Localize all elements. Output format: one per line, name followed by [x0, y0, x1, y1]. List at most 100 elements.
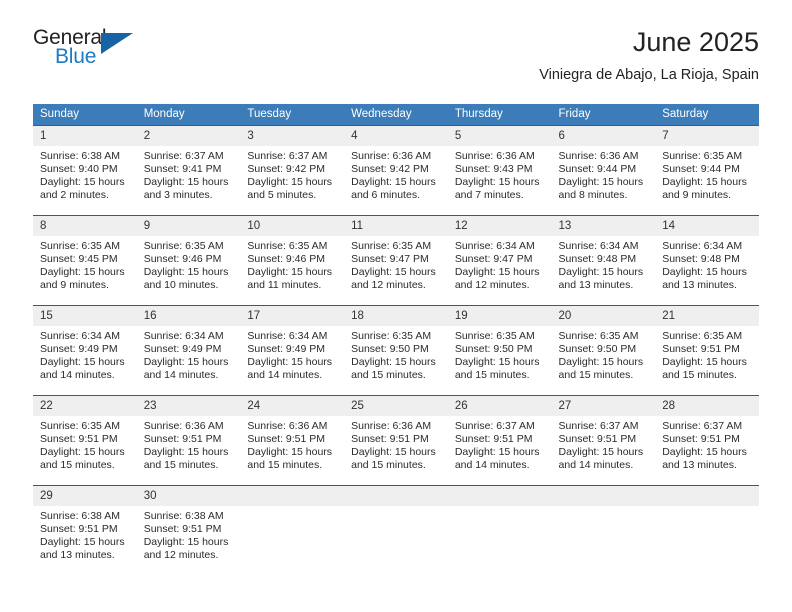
day-number: 15: [33, 305, 137, 326]
calendar-day-cell[interactable]: 1 Sunrise: 6:38 AM Sunset: 9:40 PM Daylight…: [33, 124, 137, 215]
day-cell-inner: 25 Sunrise: 6:36 AM Sunset: 9:51 PM Dayligh…: [344, 395, 448, 485]
daylight-text-line1: Daylight: 15 hours: [40, 175, 125, 188]
day-info: Sunrise: 6:38 AM Sunset: 9:51 PM Daylight:…: [33, 506, 137, 563]
calendar-day-cell[interactable]: 3 Sunrise: 6:37 AM Sunset: 9:42 PM Daylight…: [240, 124, 345, 215]
calendar-day-cell[interactable]: 11 Sunrise: 6:35 AM Sunset: 9:47 PM Dayligh…: [344, 214, 448, 305]
day-number: 6: [551, 125, 656, 146]
calendar-day-cell[interactable]: 25 Sunrise: 6:36 AM Sunset: 9:51 PM Dayligh…: [344, 394, 448, 485]
day-number: 25: [344, 395, 448, 416]
day-number: 5: [447, 125, 552, 146]
day-info: Sunrise: 6:37 AM Sunset: 9:42 PM Daylight:…: [240, 146, 344, 203]
day-info: Sunrise: 6:36 AM Sunset: 9:51 PM Daylight:…: [240, 416, 344, 473]
calendar-day-cell[interactable]: 8 Sunrise: 6:35 AM Sunset: 9:45 PM Daylight…: [33, 214, 137, 305]
day-cell-inner: 8 Sunrise: 6:35 AM Sunset: 9:45 PM Daylight…: [33, 215, 137, 305]
calendar-week-row: 1 Sunrise: 6:38 AM Sunset: 9:40 PM Daylight…: [33, 124, 759, 215]
general-blue-logo[interactable]: General Blue: [33, 26, 138, 74]
calendar-week-row: 29 Sunrise: 6:38 AM Sunset: 9:51 PM Dayligh…: [33, 484, 759, 575]
sunset-text: Sunset: 9:50 PM: [351, 342, 429, 355]
day-number: 8: [33, 215, 137, 236]
calendar-day-cell[interactable]: 24 Sunrise: 6:36 AM Sunset: 9:51 PM Dayligh…: [240, 394, 345, 485]
daylight-text-line1: Daylight: 15 hours: [662, 265, 747, 278]
sunrise-text: Sunrise: 6:37 AM: [454, 419, 535, 432]
daylight-text-line1: Daylight: 15 hours: [247, 175, 333, 188]
day-number: 7: [655, 125, 759, 146]
calendar-day-cell[interactable]: 7 Sunrise: 6:35 AM Sunset: 9:44 PM Daylight…: [655, 124, 759, 215]
sunset-text: Sunset: 9:50 PM: [558, 342, 637, 355]
calendar-day-cell[interactable]: 21 Sunrise: 6:35 AM Sunset: 9:51 PM Dayligh…: [655, 304, 759, 395]
day-info: Sunrise: 6:36 AM Sunset: 9:42 PM Daylight:…: [344, 146, 448, 203]
day-number: 13: [551, 215, 656, 236]
day-info: Sunrise: 6:36 AM Sunset: 9:51 PM Daylight:…: [137, 416, 241, 473]
calendar-day-cell[interactable]: 26 Sunrise: 6:37 AM Sunset: 9:51 PM Dayligh…: [447, 394, 552, 485]
calendar-day-cell[interactable]: 29 Sunrise: 6:38 AM Sunset: 9:51 PM Dayligh…: [33, 484, 137, 575]
daylight-text-line1: Daylight: 15 hours: [662, 175, 747, 188]
calendar-day-cell[interactable]: 9 Sunrise: 6:35 AM Sunset: 9:46 PM Daylight…: [136, 214, 241, 305]
day-number: 14: [655, 215, 759, 236]
day-number: [655, 485, 759, 506]
calendar-day-cell[interactable]: 16 Sunrise: 6:34 AM Sunset: 9:49 PM Dayligh…: [136, 304, 241, 395]
calendar-day-cell[interactable]: 23 Sunrise: 6:36 AM Sunset: 9:51 PM Dayligh…: [136, 394, 241, 485]
daylight-text-line1: Daylight: 15 hours: [247, 265, 333, 278]
day-cell-inner: 7 Sunrise: 6:35 AM Sunset: 9:44 PM Daylight…: [655, 125, 759, 215]
day-number: 20: [551, 305, 656, 326]
calendar-day-cell[interactable]: 22 Sunrise: 6:35 AM Sunset: 9:51 PM Dayligh…: [33, 394, 137, 485]
sunset-text: Sunset: 9:44 PM: [558, 162, 637, 175]
daylight-text-line1: Daylight: 15 hours: [40, 265, 125, 278]
calendar-week-row: 8 Sunrise: 6:35 AM Sunset: 9:45 PM Daylight…: [33, 214, 759, 305]
day-info: Sunrise: 6:34 AM Sunset: 9:48 PM Daylight:…: [552, 236, 656, 293]
day-cell-inner: [551, 485, 656, 575]
logo-text-blue: Blue: [55, 45, 97, 68]
calendar-day-cell[interactable]: 15 Sunrise: 6:34 AM Sunset: 9:49 PM Dayligh…: [33, 304, 137, 395]
sunset-text: Sunset: 9:51 PM: [143, 432, 222, 445]
daylight-text-line1: Daylight: 15 hours: [247, 445, 333, 458]
calendar-body: 1 Sunrise: 6:38 AM Sunset: 9:40 PM Daylight…: [33, 124, 759, 575]
sunrise-text: Sunrise: 6:36 AM: [351, 149, 432, 162]
sunrise-text: Sunrise: 6:35 AM: [454, 329, 535, 342]
sunset-text: Sunset: 9:42 PM: [247, 162, 326, 175]
day-info: Sunrise: 6:35 AM Sunset: 9:44 PM Daylight:…: [655, 146, 759, 203]
day-number: 12: [447, 215, 552, 236]
sunrise-text: Sunrise: 6:36 AM: [247, 419, 328, 432]
daylight-text-line1: Daylight: 15 hours: [558, 175, 644, 188]
calendar-day-cell[interactable]: 18 Sunrise: 6:35 AM Sunset: 9:50 PM Dayligh…: [344, 304, 448, 395]
calendar-day-cell[interactable]: 13 Sunrise: 6:34 AM Sunset: 9:48 PM Dayligh…: [551, 214, 656, 305]
sunrise-text: Sunrise: 6:34 AM: [143, 329, 224, 342]
calendar-day-cell[interactable]: 28 Sunrise: 6:37 AM Sunset: 9:51 PM Dayligh…: [655, 394, 759, 485]
calendar-day-cell[interactable]: 4 Sunrise: 6:36 AM Sunset: 9:42 PM Daylight…: [344, 124, 448, 215]
daylight-text-line2: and 15 minutes.: [40, 459, 115, 472]
calendar-day-cell[interactable]: 6 Sunrise: 6:36 AM Sunset: 9:44 PM Daylight…: [551, 124, 656, 215]
calendar-day-cell[interactable]: 30 Sunrise: 6:38 AM Sunset: 9:51 PM Dayligh…: [136, 484, 241, 575]
day-cell-inner: 15 Sunrise: 6:34 AM Sunset: 9:49 PM Dayligh…: [33, 305, 137, 395]
sunset-text: Sunset: 9:43 PM: [454, 162, 533, 175]
calendar-day-cell-empty: [655, 484, 759, 575]
day-number: [240, 485, 345, 506]
calendar-day-cell[interactable]: 14 Sunrise: 6:34 AM Sunset: 9:48 PM Dayligh…: [655, 214, 759, 305]
calendar-day-cell[interactable]: 27 Sunrise: 6:37 AM Sunset: 9:51 PM Dayligh…: [551, 394, 656, 485]
daylight-text-line1: Daylight: 15 hours: [351, 355, 436, 368]
day-cell-inner: 13 Sunrise: 6:34 AM Sunset: 9:48 PM Dayligh…: [551, 215, 656, 305]
calendar-day-cell[interactable]: 17 Sunrise: 6:34 AM Sunset: 9:49 PM Dayligh…: [240, 304, 345, 395]
daylight-text-line2: and 9 minutes.: [662, 189, 732, 202]
calendar-day-cell[interactable]: 12 Sunrise: 6:34 AM Sunset: 9:47 PM Dayligh…: [447, 214, 552, 305]
page-title: June 2025: [632, 27, 759, 57]
day-number: 9: [136, 215, 241, 236]
daylight-text-line2: and 15 minutes.: [247, 459, 323, 472]
weekday-header-thursday: Thursday: [447, 104, 552, 125]
calendar-day-cell[interactable]: 19 Sunrise: 6:35 AM Sunset: 9:50 PM Dayligh…: [447, 304, 552, 395]
daylight-text-line2: and 14 minutes.: [558, 459, 634, 472]
calendar-day-cell[interactable]: 10 Sunrise: 6:35 AM Sunset: 9:46 PM Dayligh…: [240, 214, 345, 305]
calendar-day-cell[interactable]: 5 Sunrise: 6:36 AM Sunset: 9:43 PM Daylight…: [447, 124, 552, 215]
day-info: Sunrise: 6:34 AM Sunset: 9:48 PM Daylight:…: [655, 236, 759, 293]
day-number: 29: [33, 485, 137, 506]
sunset-text: Sunset: 9:51 PM: [351, 432, 429, 445]
sunrise-text: Sunrise: 6:38 AM: [40, 509, 120, 522]
sunset-text: Sunset: 9:51 PM: [40, 432, 118, 445]
daylight-text-line1: Daylight: 15 hours: [454, 445, 540, 458]
calendar-day-cell[interactable]: 20 Sunrise: 6:35 AM Sunset: 9:50 PM Dayligh…: [551, 304, 656, 395]
day-cell-inner: 12 Sunrise: 6:34 AM Sunset: 9:47 PM Dayligh…: [447, 215, 552, 305]
daylight-text-line1: Daylight: 15 hours: [143, 445, 229, 458]
sunset-text: Sunset: 9:51 PM: [558, 432, 637, 445]
day-info: Sunrise: 6:35 AM Sunset: 9:47 PM Daylight:…: [344, 236, 448, 293]
calendar-day-cell-empty: [447, 484, 552, 575]
calendar-day-cell[interactable]: 2 Sunrise: 6:37 AM Sunset: 9:41 PM Daylight…: [136, 124, 241, 215]
